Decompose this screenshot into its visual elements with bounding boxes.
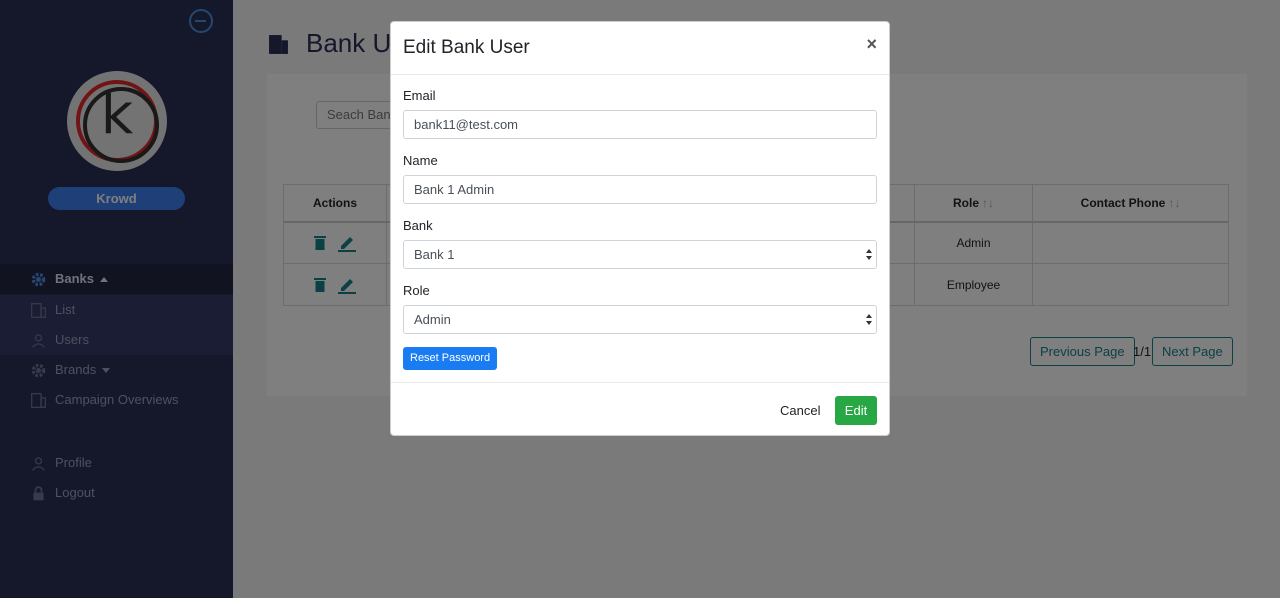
- modal-title: Edit Bank User: [403, 37, 530, 58]
- modal-header: Edit Bank User ×: [391, 22, 889, 75]
- email-label: Email: [403, 88, 436, 103]
- modal-body: Email bank11@test.com Name Bank 1 Admin …: [391, 75, 889, 382]
- reset-password-button[interactable]: Reset Password: [403, 347, 498, 370]
- select-arrows-icon: [866, 249, 872, 261]
- close-icon[interactable]: ×: [866, 34, 877, 55]
- bank-label: Bank: [403, 218, 433, 233]
- bank-select-value: Bank 1: [414, 247, 455, 262]
- role-select-value: Admin: [414, 312, 451, 327]
- name-label: Name: [403, 153, 438, 168]
- cancel-button[interactable]: Cancel: [780, 397, 820, 425]
- name-field[interactable]: Bank 1 Admin: [403, 175, 877, 204]
- select-arrows-icon: [866, 314, 872, 326]
- email-field[interactable]: bank11@test.com: [403, 110, 877, 139]
- modal-footer: Cancel Edit: [391, 382, 889, 435]
- role-label: Role: [403, 283, 430, 298]
- edit-bank-user-modal: Edit Bank User × Email bank11@test.com N…: [390, 21, 890, 436]
- role-select[interactable]: Admin: [403, 305, 877, 334]
- edit-button[interactable]: Edit: [835, 396, 877, 425]
- bank-select[interactable]: Bank 1: [403, 240, 877, 269]
